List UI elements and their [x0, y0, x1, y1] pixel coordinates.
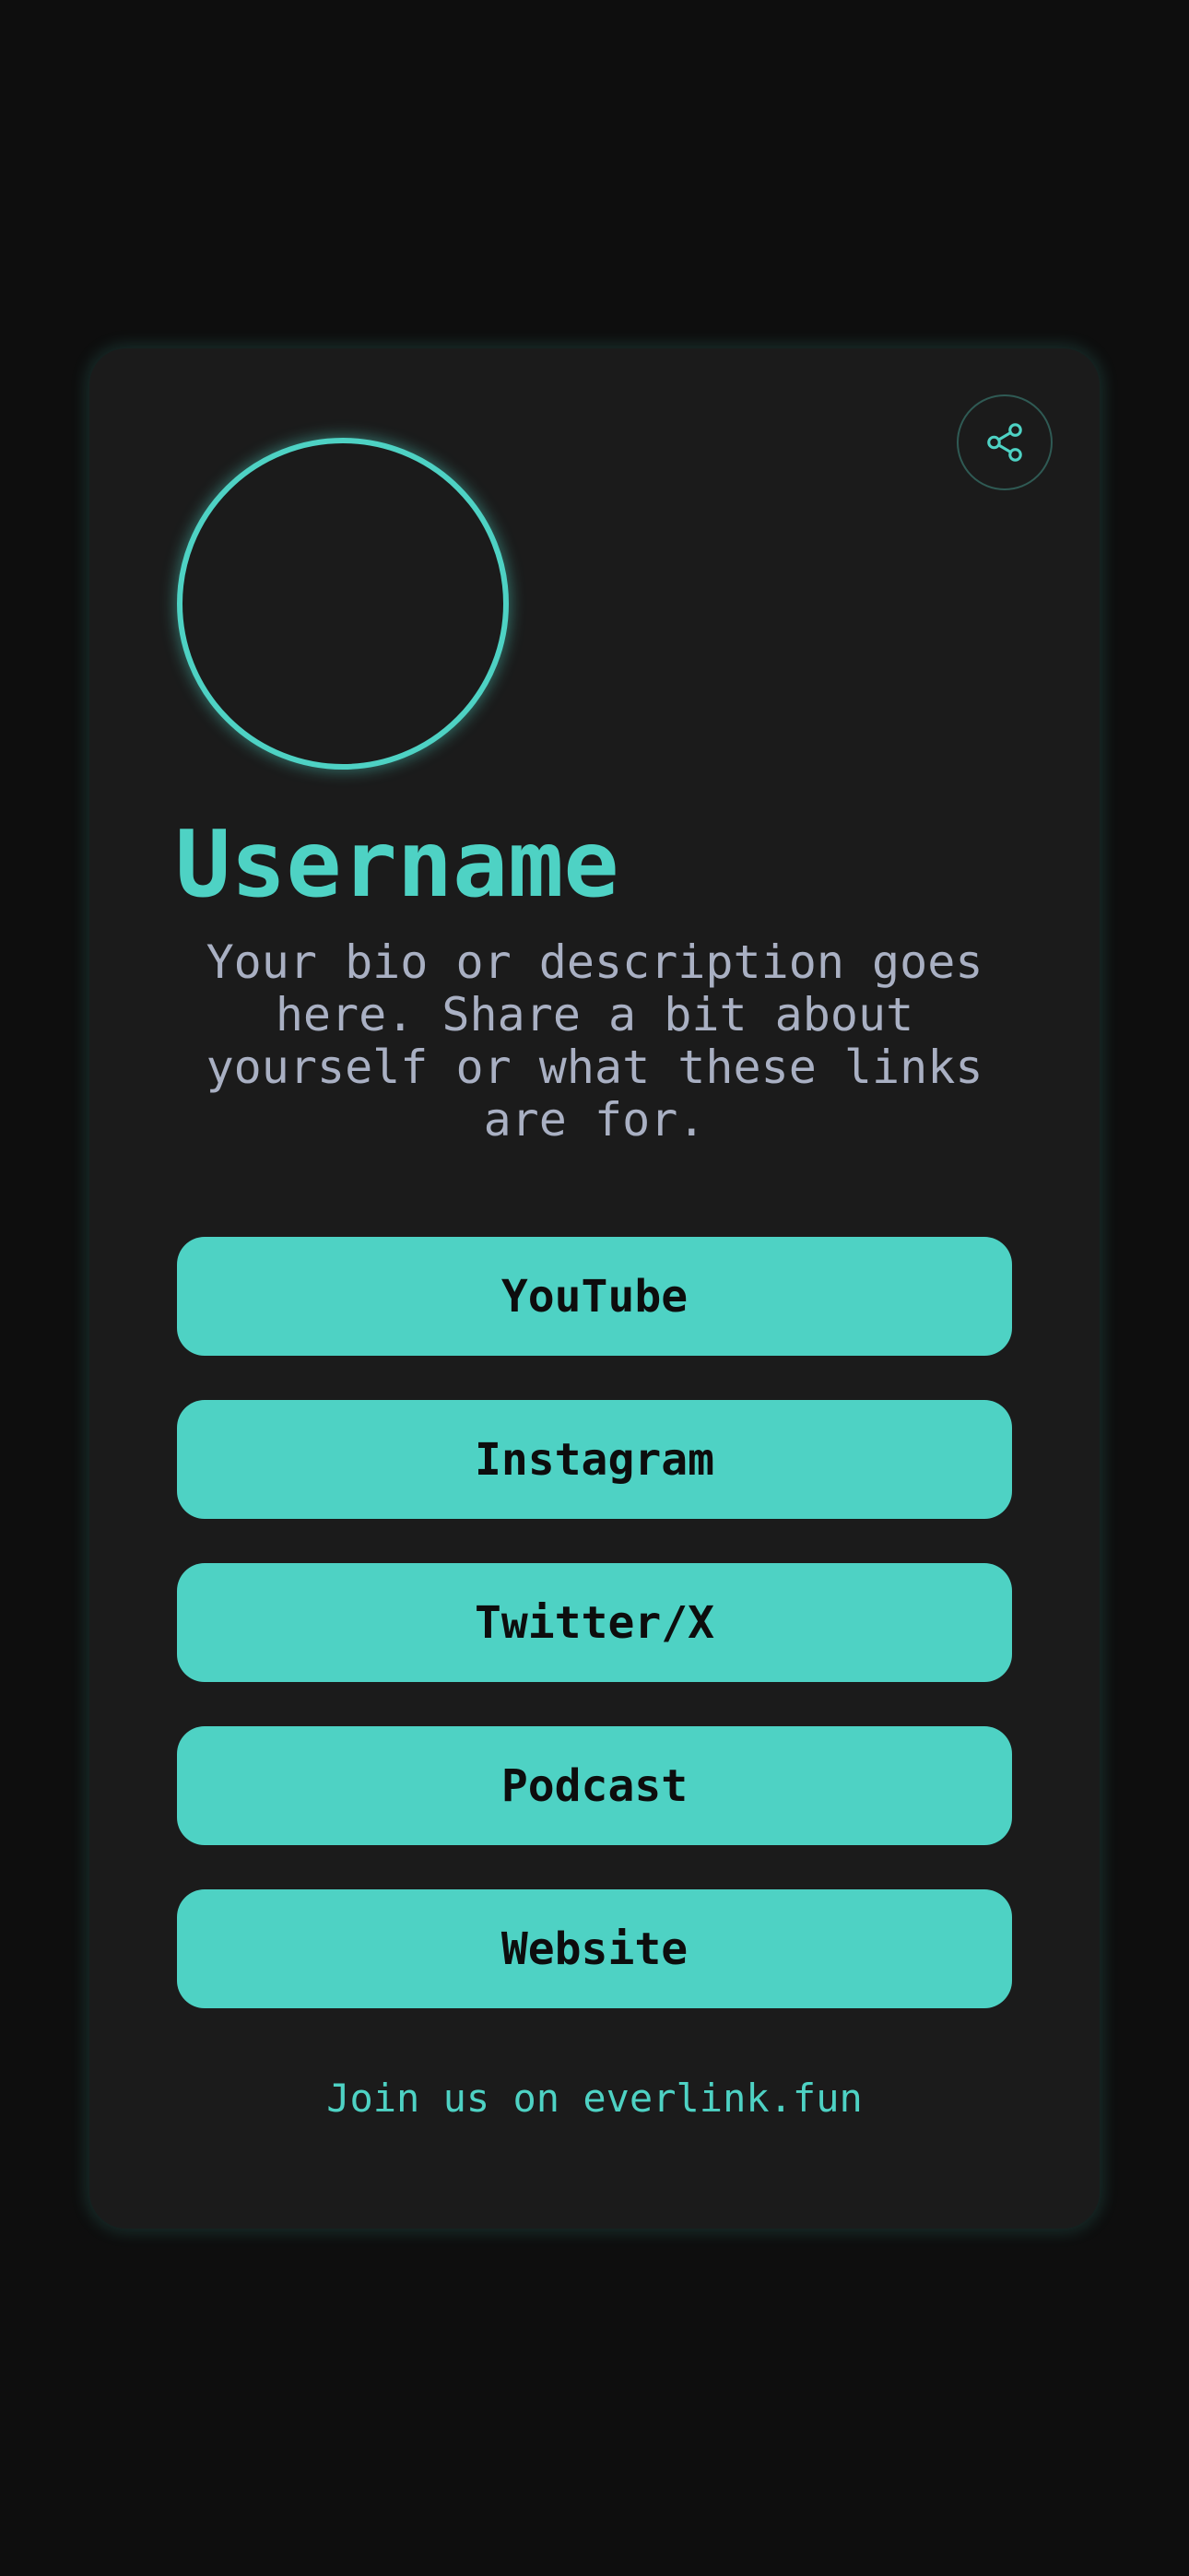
footer-link[interactable]: Join us on everlink.fun: [89, 2076, 1100, 2122]
username-heading: Username: [175, 810, 619, 918]
link-button-twitter[interactable]: Twitter/X: [177, 1563, 1012, 1682]
bio-text: Your bio or description goes here. Share…: [206, 935, 983, 1147]
link-button-youtube[interactable]: YouTube: [177, 1237, 1012, 1356]
link-button-instagram[interactable]: Instagram: [177, 1400, 1012, 1519]
link-button-website[interactable]: Website: [177, 1889, 1012, 2008]
share-icon: [987, 423, 1022, 462]
avatar: [177, 438, 509, 770]
link-button-podcast[interactable]: Podcast: [177, 1726, 1012, 1845]
link-list: YouTube Instagram Twitter/X Podcast Webs…: [177, 1237, 1012, 2053]
share-button[interactable]: [957, 394, 1053, 490]
profile-card: Username Your bio or description goes he…: [89, 348, 1100, 2229]
